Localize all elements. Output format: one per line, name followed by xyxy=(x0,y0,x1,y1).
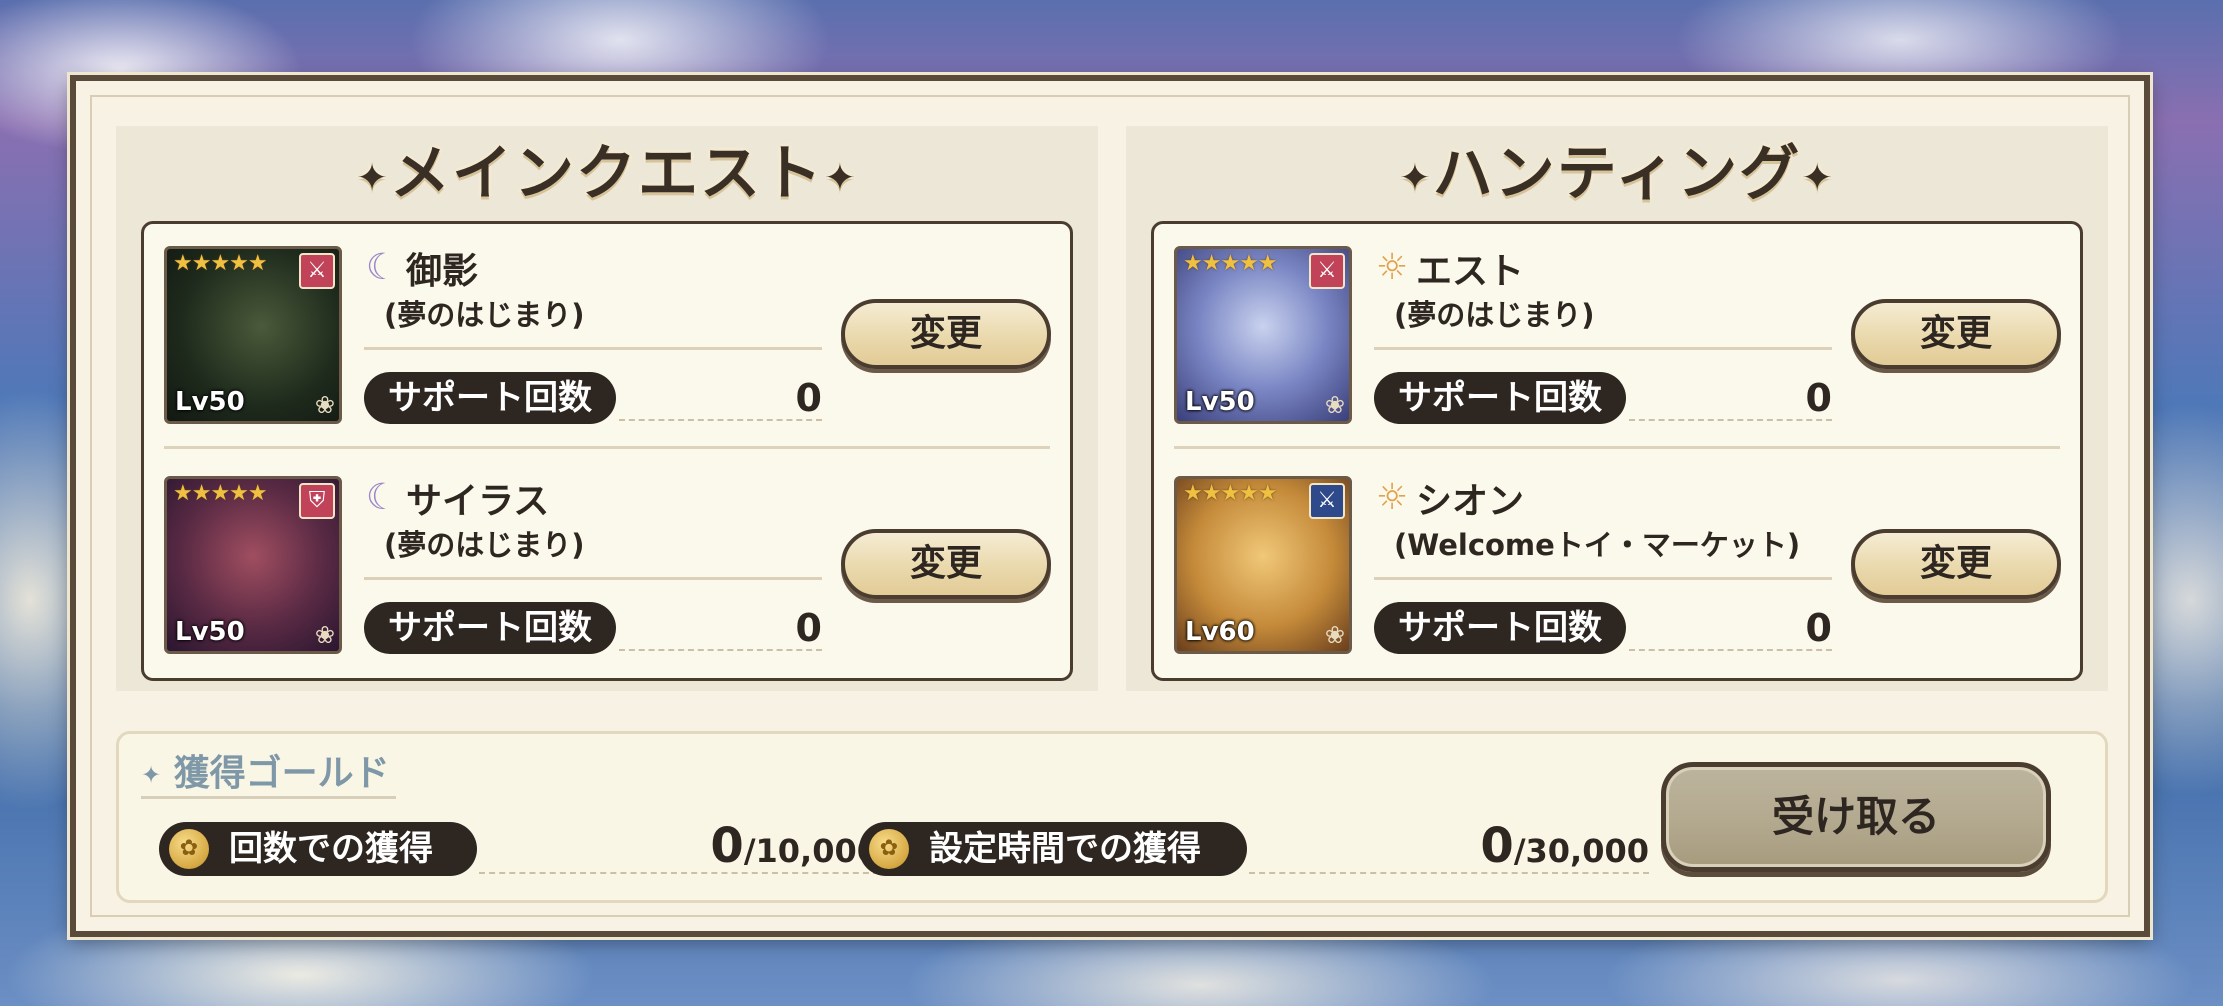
change-button[interactable]: 変更 xyxy=(1851,299,2061,369)
sun-icon: ☼ xyxy=(1375,477,1409,518)
moon-icon: ☾ xyxy=(365,477,399,518)
name-divider xyxy=(364,577,822,580)
sparkle-icon: ✦ xyxy=(356,155,390,200)
main-quest-section: ✦メインクエスト✦ ★★★★★ ⚔ Lv50 ❀ ☾ 御影 (夢のはじまり) サ… xyxy=(116,126,1098,691)
time-gold-max: /30,000 xyxy=(1513,832,1649,870)
sparkle-icon: ✦ xyxy=(141,761,162,789)
character-subtitle: (夢のはじまり) xyxy=(384,528,585,562)
rarity-stars: ★★★★★ xyxy=(1183,481,1278,506)
character-name: サイラス xyxy=(406,481,550,522)
count-gold-value: 0 xyxy=(710,818,744,874)
character-name: シオン xyxy=(1416,481,1525,522)
hunting-title-wrap: ✦ハンティング✦ xyxy=(1126,134,2108,214)
corner-ornament-icon: ❀ xyxy=(314,391,335,419)
support-count-label: サポート回数 xyxy=(1374,602,1626,654)
corner-ornament-icon: ❀ xyxy=(1324,391,1345,419)
earned-gold-title: 獲得ゴールド xyxy=(173,753,390,794)
support-count-label: サポート回数 xyxy=(1374,372,1626,424)
shield-icon: ⛨ xyxy=(299,483,335,519)
support-count-label: サポート回数 xyxy=(364,372,616,424)
earned-gold-title-wrap: ✦ 獲得ゴールド xyxy=(141,744,390,796)
name-divider xyxy=(1374,577,1832,580)
name-divider xyxy=(364,347,822,350)
count-gold-label-pill: ✿ 回数での獲得 xyxy=(159,822,477,876)
time-gold-label-pill: ✿ 設定時間での獲得 xyxy=(859,822,1247,876)
gold-coin-icon: ✿ xyxy=(169,829,209,869)
character-portrait[interactable]: ★★★★★ ⚔ Lv50 ❀ xyxy=(1174,246,1352,424)
sparkle-icon: ✦ xyxy=(824,155,858,200)
row-divider xyxy=(164,446,1050,449)
time-gold-value: 0 xyxy=(1480,818,1514,874)
character-subtitle: (夢のはじまり) xyxy=(1394,298,1595,332)
sun-icon: ☼ xyxy=(1375,247,1409,288)
character-name: 御影 xyxy=(406,251,479,292)
gold-title-underline xyxy=(141,796,396,799)
character-name: エスト xyxy=(1416,251,1525,292)
change-button[interactable]: 変更 xyxy=(841,299,1051,369)
hunting-title: ハンティング xyxy=(1432,139,1802,209)
moon-icon: ☾ xyxy=(365,247,399,288)
character-level: Lv50 xyxy=(175,387,245,417)
sword-icon: ⚔ xyxy=(299,253,335,289)
support-dialog: ✦メインクエスト✦ ★★★★★ ⚔ Lv50 ❀ ☾ 御影 (夢のはじまり) サ… xyxy=(70,75,2150,937)
sword-icon: ⚔ xyxy=(1309,253,1345,289)
sparkle-icon: ✦ xyxy=(1398,155,1433,200)
main-quest-title-wrap: ✦メインクエスト✦ xyxy=(116,134,1098,214)
support-count-value: 0 xyxy=(795,376,822,420)
hunting-card: ★★★★★ ⚔ Lv50 ❀ ☼ エスト (夢のはじまり) サポート回数 0 変… xyxy=(1151,221,2083,681)
character-portrait[interactable]: ★★★★★ ⚔ Lv50 ❀ xyxy=(164,246,342,424)
support-character-row: ★★★★★ ⚔ Lv50 ❀ ☾ 御影 (夢のはじまり) サポート回数 0 変更 xyxy=(144,224,1070,444)
main-quest-card: ★★★★★ ⚔ Lv50 ❀ ☾ 御影 (夢のはじまり) サポート回数 0 変更… xyxy=(141,221,1073,681)
name-divider xyxy=(1374,347,1832,350)
support-character-row: ★★★★★ ⚔ Lv50 ❀ ☼ エスト (夢のはじまり) サポート回数 0 変… xyxy=(1154,224,2080,444)
time-gold-value-wrap: 0/30,000 xyxy=(1409,814,1649,889)
character-level: Lv50 xyxy=(1185,387,1255,417)
support-count-value: 0 xyxy=(795,606,822,650)
rarity-stars: ★★★★★ xyxy=(173,251,268,276)
main-quest-title: メインクエスト xyxy=(390,139,824,209)
corner-ornament-icon: ❀ xyxy=(1324,621,1345,649)
time-gold-label: 設定時間での獲得 xyxy=(929,829,1201,869)
sparkle-icon: ✦ xyxy=(1801,155,1836,200)
sword-icon: ⚔ xyxy=(1309,483,1345,519)
support-character-row: ★★★★★ ⛨ Lv50 ❀ ☾ サイラス (夢のはじまり) サポート回数 0 … xyxy=(144,454,1070,674)
change-button[interactable]: 変更 xyxy=(841,529,1051,599)
rarity-stars: ★★★★★ xyxy=(1183,251,1278,276)
support-count-label: サポート回数 xyxy=(364,602,616,654)
support-count-value: 0 xyxy=(1805,606,1832,650)
hunting-section: ✦ハンティング✦ ★★★★★ ⚔ Lv50 ❀ ☼ エスト (夢のはじまり) サ… xyxy=(1126,126,2108,691)
support-character-row: ★★★★★ ⚔ Lv60 ❀ ☼ シオン (Welcomeトイ・マーケット) サ… xyxy=(1154,454,2080,674)
rarity-stars: ★★★★★ xyxy=(173,481,268,506)
character-subtitle: (Welcomeトイ・マーケット) xyxy=(1394,528,1801,562)
support-count-value: 0 xyxy=(1805,376,1832,420)
count-gold-label: 回数での獲得 xyxy=(229,829,433,869)
character-subtitle: (夢のはじまり) xyxy=(384,298,585,332)
character-level: Lv50 xyxy=(175,617,245,647)
row-divider xyxy=(1174,446,2060,449)
corner-ornament-icon: ❀ xyxy=(314,621,335,649)
gold-coin-icon: ✿ xyxy=(869,829,909,869)
earned-gold-box: ✦ 獲得ゴールド ✿ 回数での獲得 0/10,000 ✿ 設定時間での獲得 0/… xyxy=(116,731,2108,903)
change-button[interactable]: 変更 xyxy=(1851,529,2061,599)
character-portrait[interactable]: ★★★★★ ⛨ Lv50 ❀ xyxy=(164,476,342,654)
character-portrait[interactable]: ★★★★★ ⚔ Lv60 ❀ xyxy=(1174,476,1352,654)
receive-button[interactable]: 受け取る xyxy=(1661,762,2051,872)
count-gold-value-wrap: 0/10,000 xyxy=(639,814,879,889)
character-level: Lv60 xyxy=(1185,617,1255,647)
